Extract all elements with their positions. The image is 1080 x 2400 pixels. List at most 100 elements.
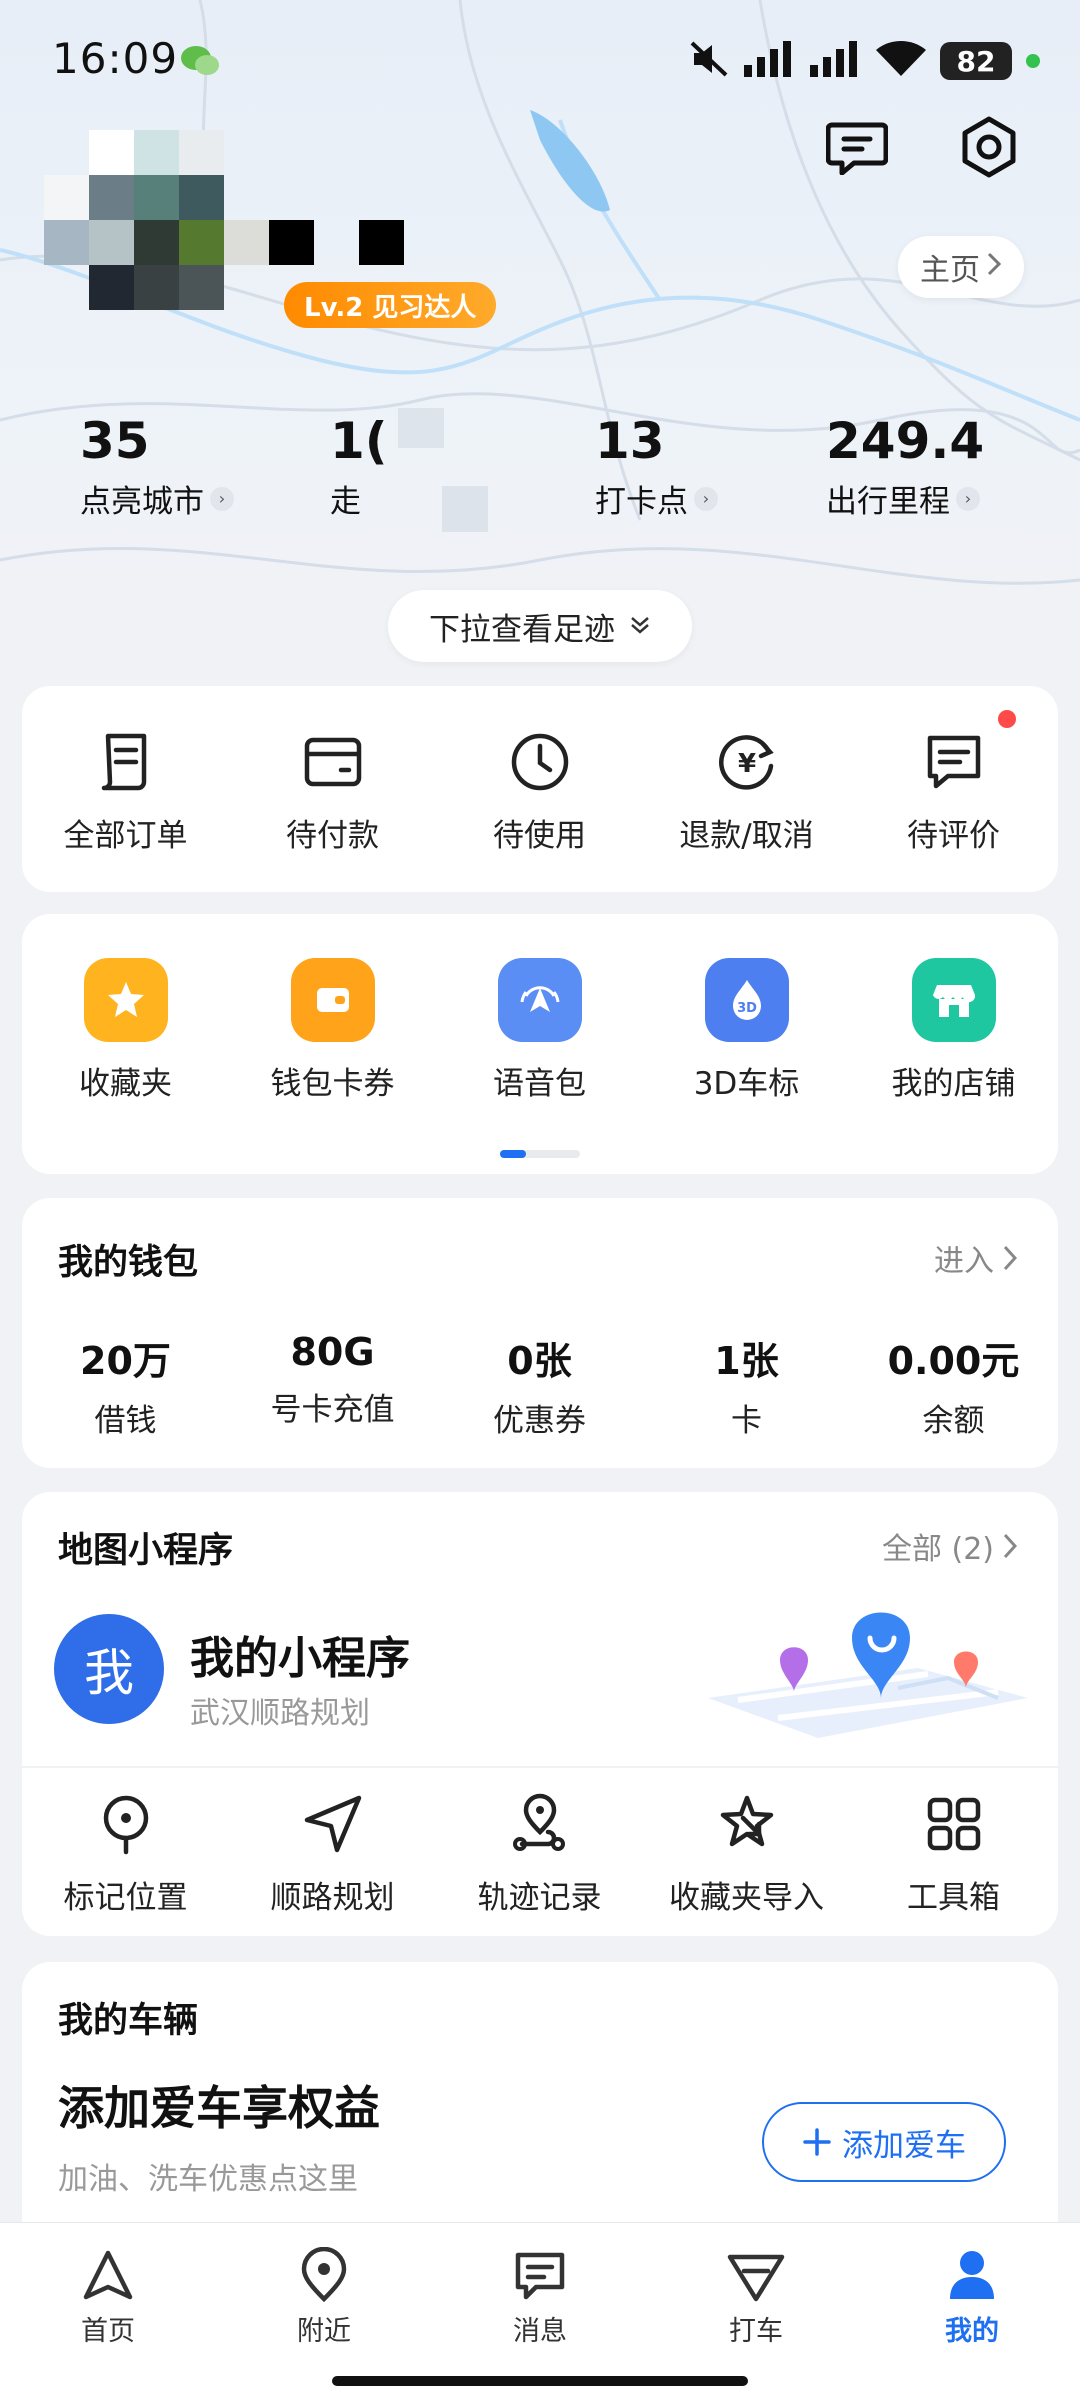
nav-nearby[interactable]: 附近	[216, 2223, 432, 2400]
wallet-label: 优惠券	[493, 1403, 586, 1439]
home-page-button[interactable]: 主页	[898, 236, 1024, 298]
track-icon	[512, 1793, 565, 1851]
stat-lit-cities[interactable]: 35 点亮城市 ›	[80, 412, 234, 521]
mini-mark-location[interactable]: 标记位置	[22, 1792, 229, 1917]
stat-checkin-points[interactable]: 13 打卡点 ›	[595, 412, 718, 521]
wallet-value: 0.00元	[887, 1339, 1020, 1383]
refund-icon: ¥	[718, 735, 774, 790]
mini-toolbox[interactable]: 工具箱	[850, 1792, 1057, 1917]
mini-label: 收藏夹导入	[669, 1880, 824, 1916]
wallet-sim-recharge[interactable]: 80G 号卡充值	[229, 1330, 436, 1440]
order-to-review[interactable]: 待评价	[850, 710, 1057, 855]
star-import-icon	[720, 1795, 773, 1847]
nav-home[interactable]: 首页	[0, 2223, 216, 2400]
pin-mark-icon	[103, 1795, 148, 1855]
order-label: 待评价	[907, 818, 1000, 854]
mini-label: 顺路规划	[270, 1880, 395, 1916]
svg-text:¥: ¥	[737, 749, 755, 779]
add-car-button[interactable]: 添加爱车	[762, 2102, 1006, 2182]
mosaic-block	[442, 486, 488, 532]
status-time: 16:09	[52, 34, 179, 83]
mini-label: 轨迹记录	[477, 1880, 602, 1916]
tool-my-shop[interactable]: 我的店铺	[850, 958, 1057, 1103]
order-to-use[interactable]: 待使用	[436, 730, 643, 855]
mini-route-plan[interactable]: 顺路规划	[229, 1792, 436, 1917]
gear-icon	[962, 116, 1016, 178]
add-car-label: 添加爱车	[842, 2127, 966, 2164]
order-label: 待使用	[493, 818, 586, 854]
mini-favorites-import[interactable]: 收藏夹导入	[643, 1792, 850, 1917]
star-icon	[83, 958, 168, 1042]
wallet-coupons[interactable]: 0张 优惠券	[436, 1330, 643, 1440]
nav-messages[interactable]: 消息	[432, 2223, 648, 2400]
location-icon	[301, 2247, 347, 2303]
wallet-label: 号卡充值	[270, 1392, 395, 1428]
order-label: 待付款	[286, 818, 379, 854]
page-indicator	[500, 1150, 580, 1158]
vehicle-card: 我的车辆 添加爱车享权益 加油、洗车优惠点这里 添加爱车	[22, 1962, 1058, 2262]
avatar[interactable]	[44, 130, 404, 330]
level-badge[interactable]: Lv.2 见习达人	[284, 282, 497, 328]
tool-3d-car-logo[interactable]: 3D 3D车标	[643, 958, 850, 1103]
wallet-value: 20万	[80, 1339, 171, 1383]
signal-icon-2	[810, 41, 862, 81]
review-icon	[927, 735, 980, 789]
tool-label: 语音包	[493, 1066, 586, 1102]
vehicle-title: 我的车辆	[58, 2001, 199, 2041]
privacy-dot	[1026, 54, 1040, 68]
order-pending-payment[interactable]: 待付款	[229, 730, 436, 855]
mini-program-all-label: 全部 (2)	[881, 1532, 994, 1567]
divider	[22, 1766, 1058, 1768]
tool-wallet-coupons[interactable]: 钱包卡券	[229, 958, 436, 1103]
wallet-enter-link[interactable]: 进入	[934, 1236, 1018, 1280]
order-label: 退款/取消	[679, 818, 814, 854]
map-pins-illustration	[708, 1612, 1028, 1738]
svg-text:3D: 3D	[737, 1001, 757, 1016]
home-page-label: 主页	[920, 253, 980, 288]
order-label: 全部订单	[63, 818, 188, 854]
chat-icon	[826, 122, 888, 175]
vehicle-headline: 添加爱车享权益	[58, 2081, 380, 2135]
mini-program-all-link[interactable]: 全部 (2)	[882, 1524, 1018, 1568]
wallet-enter-label: 进入	[934, 1244, 994, 1279]
map-background	[0, 0, 1080, 680]
signal-icon	[744, 41, 796, 81]
stat-value: 1(	[330, 412, 388, 470]
message-button[interactable]	[822, 112, 892, 182]
wallet-cards[interactable]: 1张 卡	[643, 1330, 850, 1440]
home-indicator	[332, 2376, 748, 2386]
status-icons: 82	[690, 36, 1040, 86]
stat-value: 13	[595, 412, 665, 470]
mini-track-record[interactable]: 轨迹记录	[436, 1792, 643, 1917]
order-refund[interactable]: ¥ 退款/取消	[643, 730, 850, 855]
map-lines	[0, 0, 1080, 585]
mini-label: 工具箱	[907, 1880, 1000, 1916]
stat-obscured[interactable]: 1( 走	[330, 412, 388, 521]
order-all[interactable]: 全部订单	[22, 730, 229, 855]
chevron-right-icon: ›	[210, 486, 234, 511]
taxi-icon	[727, 2254, 785, 2302]
user-icon	[950, 2251, 994, 2299]
wallet-value: 0张	[507, 1339, 572, 1383]
grid-icon	[927, 1797, 980, 1851]
nav-mine[interactable]: 我的	[864, 2223, 1080, 2400]
nav-taxi[interactable]: 打车	[648, 2223, 864, 2400]
mini-program-title: 地图小程序	[58, 1531, 234, 1571]
nav-label: 附近	[297, 2316, 351, 2347]
tool-voice-pack[interactable]: 语音包	[436, 958, 643, 1103]
orders-card: 全部订单 待付款 待使用 ¥ 退款/取消 待评价	[22, 686, 1058, 892]
stat-travel-distance[interactable]: 249.4 出行里程 ›	[826, 412, 984, 521]
order-list-icon	[101, 733, 146, 791]
wallet-balance[interactable]: 0.00元 余额	[850, 1330, 1057, 1440]
stat-label: 打卡点	[595, 484, 688, 520]
tool-label: 3D车标	[693, 1066, 800, 1102]
pull-down-footprint-button[interactable]: 下拉查看足迹	[388, 590, 692, 662]
wallet-loan[interactable]: 20万 借钱	[22, 1330, 229, 1440]
tools-card: 收藏夹 钱包卡券 语音包 3D 3D车标 我的店铺	[22, 914, 1058, 1174]
my-mini-program-avatar[interactable]: 我	[54, 1614, 164, 1724]
my-mini-program-title[interactable]: 我的小程序	[190, 1622, 410, 1686]
tool-favorites[interactable]: 收藏夹	[22, 958, 229, 1103]
3d-car-icon: 3D	[704, 958, 789, 1042]
shop-icon	[911, 958, 996, 1042]
settings-button[interactable]	[954, 112, 1024, 182]
